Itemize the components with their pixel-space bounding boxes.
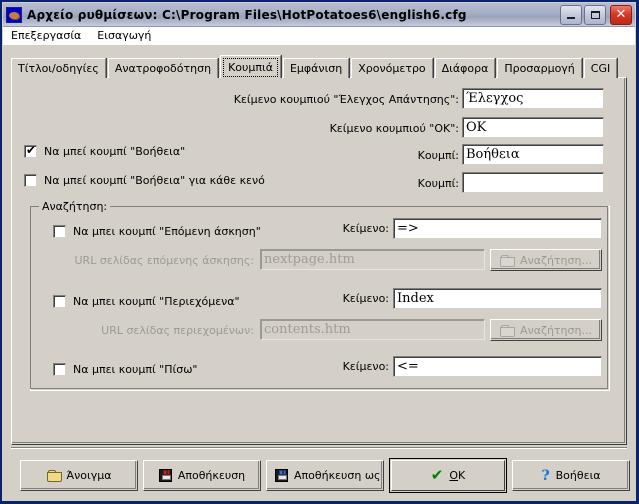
floppy-disk-icon (158, 469, 172, 482)
hint-each-gap-caption-label: Κουμπί: (417, 177, 459, 190)
minimize-icon (561, 6, 581, 24)
next-exercise-url-input[interactable]: nextpage.htm (260, 249, 485, 270)
help-button[interactable]: ? Βοήθεια (512, 460, 630, 491)
hint-each-gap-caption-input[interactable] (462, 172, 604, 193)
include-next-exercise-checkbox[interactable]: Να μπει κουμπί "Επόμενη άσκηση" (53, 225, 261, 238)
floppy-disk-save-as-icon (275, 469, 288, 482)
ok-caption-label: Κείμενο κουμπιού "OK": (329, 122, 459, 135)
navigation-group-title: Αναζήτηση: (39, 200, 111, 213)
client-area: Τίτλοι/οδηγίες Ανατροφοδότηση Κουμπιά Εμ… (3, 47, 635, 501)
tab-strip: Τίτλοι/οδηγίες Ανατροφοδότηση Κουμπιά Εμ… (11, 55, 627, 78)
checkbox-box: ✔ (24, 143, 37, 158)
tab-label: Προσαρμογή (504, 62, 575, 75)
back-text-input[interactable]: <= (393, 356, 602, 377)
ok-button[interactable]: ✔ OK (389, 458, 507, 493)
checkbox-box (53, 225, 66, 238)
checkbox-label: Να μπεί κουμπί "Βοήθεια" (44, 145, 186, 158)
contents-browse-button[interactable]: Αναζήτηση... (490, 319, 602, 341)
button-label: Βοήθεια (555, 469, 601, 482)
button-label: Αποθήκευση ως (294, 469, 381, 482)
hot-potato-icon (6, 6, 22, 23)
minimize-button[interactable] (560, 4, 582, 25)
tab-appearance[interactable]: Εμφάνιση (282, 58, 350, 78)
contents-url-label: URL σελίδας περιεχομένων: (101, 324, 254, 337)
menu-item-edit[interactable]: Επεξεργασία (3, 27, 89, 45)
next-exercise-browse-button[interactable]: Αναζήτηση... (490, 249, 602, 271)
title-bar[interactable]: Αρχείο ρυθμίσεων: C:\Program Files\HotPo… (3, 3, 635, 27)
include-contents-checkbox[interactable]: Να μπει κουμπί "Περιεχόμενα" (53, 295, 240, 308)
ok-accel-letter: O (449, 469, 459, 482)
checkbox-label: Να μπει κουμπί "Επόμενη άσκηση" (73, 225, 261, 238)
footer-separator (11, 447, 627, 449)
tab-timer[interactable]: Χρονόμετρο (351, 58, 433, 78)
tab-buttons[interactable]: Κουμπιά (220, 55, 281, 78)
window-controls: ✕ (558, 4, 632, 25)
contents-text-label: Κείμενο: (342, 292, 389, 305)
tab-label: Τίτλοι/οδηγίες (18, 62, 99, 75)
navigation-group-box: Αναζήτηση: Να μπει κουμπί "Επόμενη άσκησ… (30, 200, 610, 391)
checkbox-label: Να μπει κουμπί "Πίσω" (73, 363, 198, 376)
tab-label: Διάφορα (441, 62, 489, 75)
folder-open-icon (500, 254, 516, 267)
back-text-label: Κείμενο: (342, 360, 389, 373)
tab-custom[interactable]: Προσαρμογή (497, 58, 582, 78)
tab-label: Χρονόμετρο (358, 62, 426, 75)
checkbox-label: Να μπεί κουμπί "Βοήθεια" για κάθε κενό (44, 174, 265, 187)
tab-other[interactable]: Διάφορα (434, 58, 496, 78)
checkbox-box (53, 363, 66, 376)
include-hint-each-gap-checkbox[interactable]: Να μπεί κουμπί "Βοήθεια" για κάθε κενό (24, 174, 265, 187)
tab-page-buttons: Κείμενο κουμπιού "Έλεγχος Απάντησης": Έλ… (11, 77, 627, 445)
tab-label: Εμφάνιση (289, 62, 343, 75)
hint-caption-label: Κουμπί: (417, 149, 459, 162)
check-answer-caption-input[interactable]: Έλεγχος (462, 88, 604, 109)
next-exercise-text-label: Κείμενο: (342, 222, 389, 235)
window-title: Αρχείο ρυθμίσεων: C:\Program Files\HotPo… (27, 7, 467, 22)
close-button[interactable]: ✕ (610, 4, 632, 25)
tab-feedback[interactable]: Ανατροφοδότηση (107, 58, 219, 78)
open-button[interactable]: Άνοιγμα (20, 460, 138, 491)
close-icon: ✕ (615, 7, 627, 22)
settings-window: Αρχείο ρυθμίσεων: C:\Program Files\HotPo… (0, 0, 639, 504)
checkbox-box (24, 174, 37, 187)
tab-label: Ανατροφοδότηση (114, 62, 212, 75)
green-check-icon: ✔ (430, 466, 444, 484)
folder-open-icon (46, 470, 62, 482)
checkbox-label: Να μπει κουμπί "Περιεχόμενα" (73, 295, 240, 308)
checkbox-box (53, 295, 66, 308)
ok-caption-input[interactable]: OK (462, 117, 604, 138)
include-back-checkbox[interactable]: Να μπει κουμπί "Πίσω" (53, 363, 197, 376)
tab-strip-filler (619, 58, 631, 78)
save-as-button[interactable]: Αποθήκευση ως (266, 460, 384, 491)
folder-open-icon (500, 324, 516, 337)
checkmark-icon: ✔ (26, 143, 37, 157)
maximize-icon (585, 6, 605, 24)
question-mark-icon: ? (541, 467, 550, 484)
tab-label: Κουμπιά (228, 60, 273, 74)
contents-url-input[interactable]: contents.htm (260, 319, 485, 340)
button-label: Άνοιγμα (66, 469, 112, 482)
include-hint-button-checkbox[interactable]: ✔ Να μπεί κουμπί "Βοήθεια" (24, 143, 186, 158)
next-exercise-url-label: URL σελίδας επόμενης άσκησης: (74, 254, 255, 267)
tab-label: CGI (590, 62, 611, 75)
maximize-button[interactable] (584, 4, 606, 25)
tab-titles-instructions[interactable]: Τίτλοι/οδηγίες (11, 58, 106, 78)
button-label: Αποθήκευση (177, 469, 246, 482)
menu-item-insert[interactable]: Εισαγωγή (89, 27, 159, 45)
menu-bar: Επεξεργασία Εισαγωγή (3, 27, 635, 46)
save-button[interactable]: Αποθήκευση (143, 460, 261, 491)
button-label: Αναζήτηση... (520, 253, 592, 267)
button-label: Αναζήτηση... (520, 323, 592, 337)
next-exercise-text-input[interactable]: => (393, 218, 602, 239)
check-answer-caption-label: Κείμενο κουμπιού "Έλεγχος Απάντησης": (233, 93, 459, 106)
contents-text-input[interactable]: Index (393, 288, 602, 309)
hint-caption-input[interactable]: Βοήθεια (462, 144, 604, 165)
tab-cgi[interactable]: CGI (583, 58, 618, 78)
button-label: OK (449, 469, 466, 482)
